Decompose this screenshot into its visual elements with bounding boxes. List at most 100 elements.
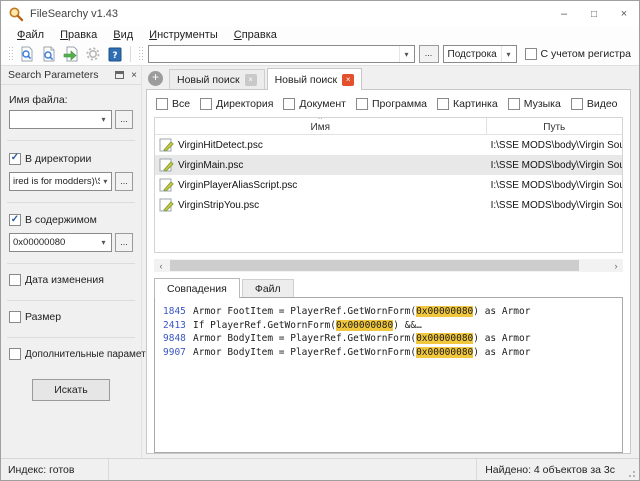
date-modified-checkbox[interactable]: Дата изменения (9, 274, 104, 286)
filter-program-checkbox[interactable]: Программа (356, 98, 427, 110)
in-content-checkbox[interactable]: В содержимом (9, 214, 97, 226)
new-search-icon (19, 46, 35, 62)
result-row[interactable]: VirginStripYou.psc I:\SSE MODS\body\Virg… (155, 195, 622, 215)
horizontal-scrollbar[interactable]: ‹ › (154, 259, 623, 272)
minimize-button[interactable]: – (549, 1, 579, 27)
case-sensitive-checkbox[interactable]: С учетом регистра (525, 48, 632, 60)
resize-grip[interactable] (623, 465, 637, 479)
index-status: Индекс: готов (1, 459, 109, 480)
column-name[interactable]: ^ Имя (155, 118, 487, 134)
result-row[interactable]: VirginPlayerAliasScript.psc I:\SSE MODS\… (155, 175, 622, 195)
export-icon (63, 46, 79, 62)
scrollbar-track[interactable] (168, 259, 609, 272)
checkbox-box (9, 311, 21, 323)
results-list: ^ Имя Путь VirginHitDetect.psc I:\SSE MO… (154, 117, 623, 253)
in-directory-checkbox[interactable]: В директории (9, 153, 91, 165)
match-line[interactable]: 9907Armor BodyItem = PlayerRef.GetWornFo… (159, 346, 618, 360)
tab-close-icon[interactable]: × (245, 74, 257, 86)
add-tab-button[interactable]: + (148, 71, 163, 86)
content-browse-button[interactable]: ... (115, 233, 133, 252)
menu-tools[interactable]: Инструменты (141, 29, 226, 41)
filename-input[interactable]: ▾ (9, 110, 112, 129)
app-icon (8, 6, 24, 22)
filename-browse-button[interactable]: ... (115, 110, 133, 129)
results-header: ^ Имя Путь (155, 118, 622, 135)
highlight: 0x00000080 (416, 333, 473, 344)
panel-body: Имя файла: ▾ ... В директории ired is fo… (1, 85, 141, 401)
highlight: 0x00000080 (416, 347, 473, 358)
close-button[interactable]: × (609, 1, 639, 27)
panel-header: Search Parameters × (1, 66, 141, 85)
scroll-left-icon[interactable]: ‹ (154, 261, 168, 271)
filter-image-checkbox[interactable]: Картинка (437, 98, 498, 110)
toolbar-separator (130, 46, 131, 62)
maximize-button[interactable]: □ (579, 1, 609, 27)
directory-input[interactable]: ired is for modders)\Source ▾ (9, 172, 112, 191)
toolbar-gripper[interactable] (8, 46, 13, 62)
chevron-down-icon: ▾ (501, 46, 516, 62)
filter-document-checkbox[interactable]: Документ (283, 98, 346, 110)
chevron-down-icon[interactable]: ▾ (399, 46, 414, 62)
match-line[interactable]: 2413If PlayerRef.GetWornForm(0x00000080)… (159, 319, 618, 333)
chevron-down-icon[interactable]: ▾ (96, 234, 111, 251)
tab-new-search-2[interactable]: Новый поиск × (267, 68, 363, 90)
help-button[interactable]: ? (104, 44, 126, 64)
filter-directory-checkbox[interactable]: Директория (200, 98, 273, 110)
filter-video-checkbox[interactable]: Видео (571, 98, 618, 110)
export-button[interactable] (60, 44, 82, 64)
size-checkbox[interactable]: Размер (9, 311, 61, 323)
new-search-button[interactable] (16, 44, 38, 64)
settings-button[interactable] (82, 44, 104, 64)
filter-music-checkbox[interactable]: Музыка (508, 98, 561, 110)
search-button[interactable]: Искать (32, 379, 110, 401)
settings-icon (85, 46, 101, 62)
svg-text:?: ? (112, 51, 117, 61)
script-file-icon (159, 178, 174, 192)
panel-close-icon[interactable]: × (131, 70, 137, 81)
tab-file[interactable]: Файл (242, 279, 294, 297)
checkbox-box (525, 48, 537, 60)
search-browse-button[interactable]: ... (419, 45, 439, 63)
search-parameters-panel: Search Parameters × Имя файла: ▾ ... В д… (1, 66, 142, 458)
search-gripper[interactable] (138, 46, 143, 62)
tab-close-icon[interactable]: × (342, 74, 354, 86)
match-mode-select[interactable]: Подстрока ▾ (443, 45, 517, 63)
checkbox-box (9, 214, 21, 226)
scrollbar-thumb[interactable] (170, 260, 579, 271)
checkbox-box (9, 348, 21, 360)
chevron-down-icon[interactable]: ▾ (96, 111, 111, 128)
match-line[interactable]: 9848Armor BodyItem = PlayerRef.GetWornFo… (159, 332, 618, 346)
menu-file[interactable]: Файл (9, 29, 52, 41)
column-path[interactable]: Путь (487, 118, 622, 134)
open-search-button[interactable] (38, 44, 60, 64)
tab-content-panel: Все Директория Документ Программа Картин… (146, 89, 631, 454)
menu-edit[interactable]: Правка (52, 29, 105, 41)
pin-icon[interactable] (115, 71, 124, 79)
filter-all-checkbox[interactable]: Все (156, 98, 190, 110)
match-line[interactable]: 1845Armor FootItem = PlayerRef.GetWornFo… (159, 305, 618, 319)
script-file-icon (159, 138, 174, 152)
tab-new-search-1[interactable]: Новый поиск × (169, 69, 265, 89)
result-row-selected[interactable]: VirginMain.psc I:\SSE MODS\body\Virgin S… (155, 155, 622, 175)
chevron-down-icon[interactable]: ▾ (100, 173, 111, 190)
directory-browse-button[interactable]: ... (115, 172, 133, 191)
filename-label: Имя файла: (9, 94, 133, 106)
help-icon: ? (108, 47, 122, 62)
script-file-icon (159, 198, 174, 212)
match-preview[interactable]: 1845Armor FootItem = PlayerRef.GetWornFo… (154, 297, 623, 453)
checkbox-box (9, 153, 21, 165)
result-row[interactable]: VirginHitDetect.psc I:\SSE MODS\body\Vir… (155, 135, 622, 155)
menu-help[interactable]: Справка (226, 29, 285, 41)
matches-panel: Совпадения Файл 1845Armor FootItem = Pla… (154, 277, 623, 453)
menu-view[interactable]: Вид (105, 29, 141, 41)
tab-matches[interactable]: Совпадения (154, 278, 240, 298)
search-input[interactable]: ▾ (148, 45, 415, 63)
content-input[interactable]: 0x00000080 ▾ (9, 233, 112, 252)
highlight: 0x00000080 (416, 306, 473, 317)
scroll-right-icon[interactable]: › (609, 261, 623, 271)
divider (7, 337, 135, 338)
window-controls: – □ × (549, 1, 639, 27)
menu-bar: Файл Правка Вид Инструменты Справка (1, 27, 639, 43)
app-window: FileSearchy v1.43 – □ × Файл Правка Вид … (0, 0, 640, 481)
extra-params-checkbox[interactable]: Дополнительные параметры (9, 348, 158, 360)
